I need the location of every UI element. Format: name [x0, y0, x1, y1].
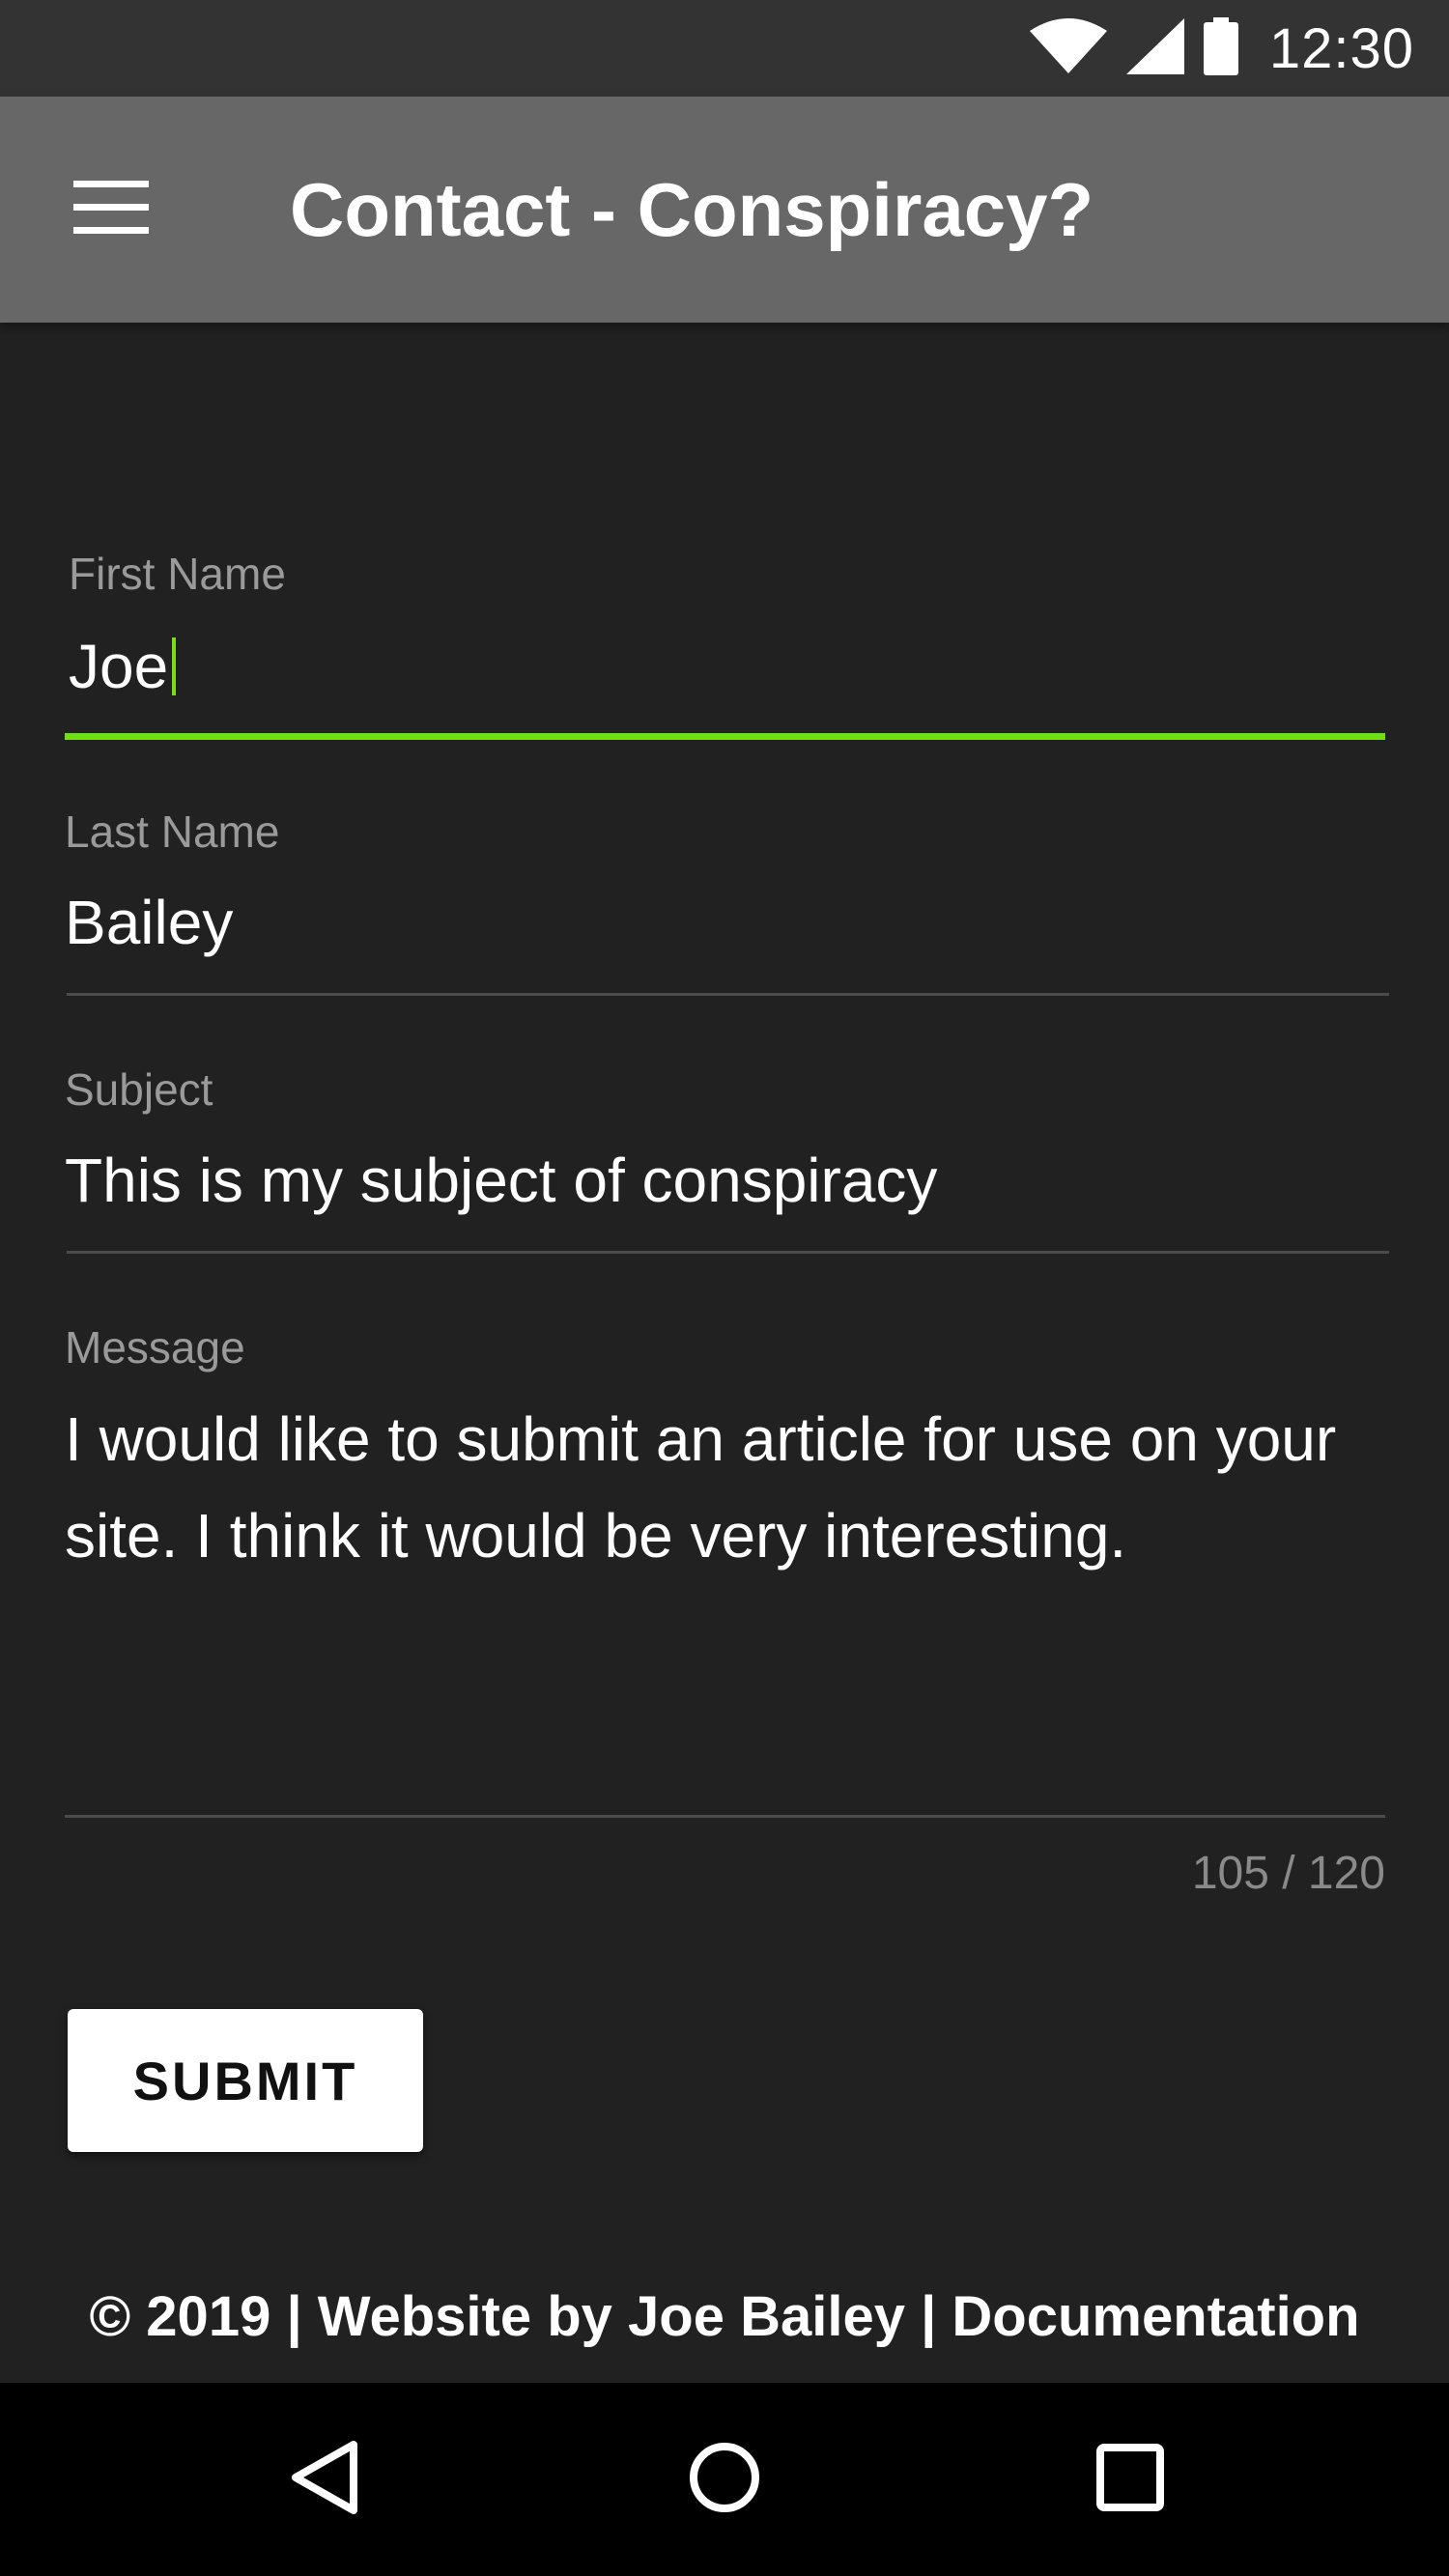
battery-icon [1203, 16, 1238, 80]
wifi-icon [1029, 17, 1107, 80]
first-name-field[interactable]: Joe [69, 628, 177, 705]
text-cursor [172, 637, 177, 695]
subject-field[interactable]: This is my subject of conspiracy [65, 1142, 937, 1219]
message-field[interactable]: I would like to submit an article for us… [65, 1391, 1398, 1584]
first-name-value: Joe [69, 632, 169, 701]
status-icons: 12:30 [1029, 0, 1414, 97]
first-name-underline [65, 733, 1385, 740]
submit-button[interactable]: SUBMIT [68, 2009, 423, 2152]
last-name-field[interactable]: Bailey [65, 884, 233, 961]
menu-button[interactable] [58, 156, 164, 263]
navigation-bar [0, 2383, 1449, 2576]
last-name-underline [67, 993, 1389, 996]
nav-recents-button[interactable] [1082, 2431, 1179, 2528]
footer-text: © 2019 | Website by Joe Bailey | Documen… [89, 2285, 1360, 2348]
nav-home-button[interactable] [676, 2431, 773, 2528]
home-icon [688, 2441, 761, 2519]
hamburger-menu-icon [73, 180, 149, 240]
recents-icon [1096, 2443, 1164, 2516]
message-label: Message [65, 1322, 245, 1373]
app-bar: Contact - Conspiracy? [0, 97, 1449, 323]
last-name-label: Last Name [65, 807, 280, 857]
status-time: 12:30 [1268, 16, 1414, 80]
subject-underline [67, 1251, 1389, 1254]
first-name-label: First Name [69, 549, 286, 599]
cell-signal-icon [1125, 17, 1184, 79]
character-counter: 105 / 120 [1191, 1848, 1385, 1899]
nav-back-button[interactable] [275, 2431, 372, 2528]
status-bar: 12:30 [0, 0, 1449, 97]
back-icon [288, 2439, 359, 2521]
page-title: Contact - Conspiracy? [290, 167, 1094, 252]
subject-label: Subject [65, 1064, 213, 1115]
message-underline [65, 1815, 1385, 1818]
